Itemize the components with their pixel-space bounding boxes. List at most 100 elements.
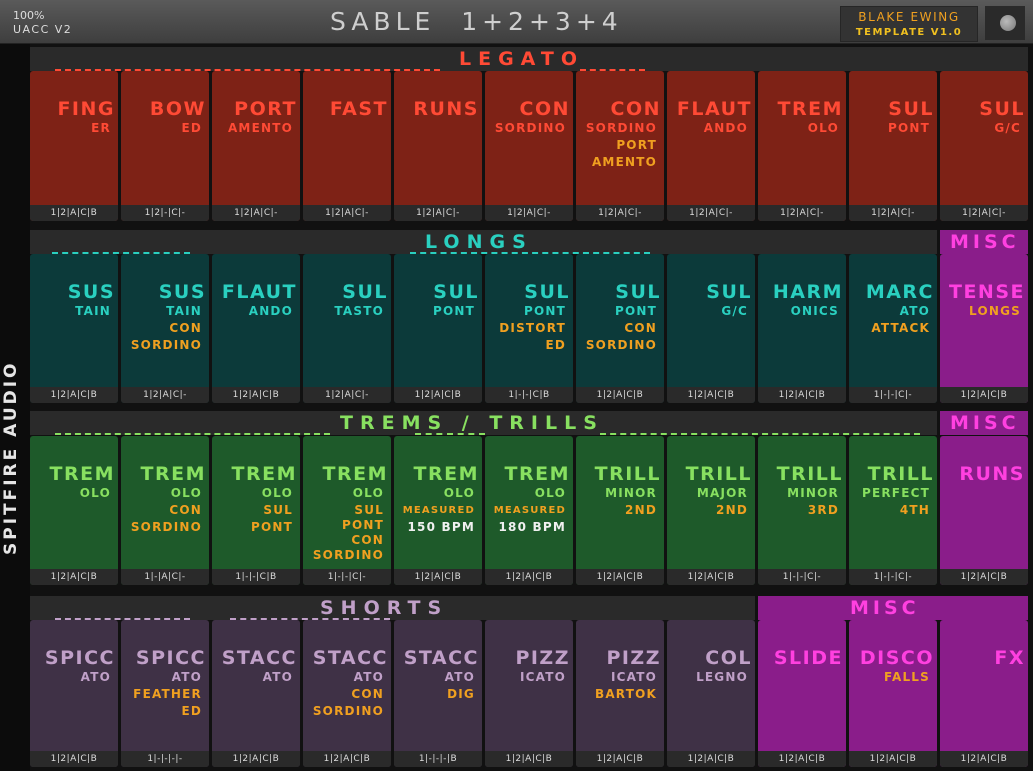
tile-mic-selector[interactable]: 1|-|-|C|- [303, 569, 391, 585]
longs-tile-3[interactable]: FLAUT ANDO 1|2|A|C|B [212, 254, 300, 403]
shorts-tile-11[interactable]: FX 1|2|A|C|B [940, 620, 1028, 767]
trems-tile-8[interactable]: TRILL MAJOR 2ND 1|2|A|C|B [667, 436, 755, 585]
trems-tile-1[interactable]: TREM OLO 1|2|A|C|B [30, 436, 118, 585]
legato-tile-4[interactable]: FAST 1|2|A|C|- [303, 71, 391, 221]
tile-variant-label: CON [351, 687, 384, 701]
longs-tile-4[interactable]: SUL TASTO 1|2|A|C|- [303, 254, 391, 403]
tile-mic-selector[interactable]: 1|2|A|C|B [849, 751, 937, 767]
shorts-tile-1[interactable]: SPICC ATO 1|2|A|C|B [30, 620, 118, 767]
trems-tile-3[interactable]: TREM OLO SUL PONT 1|-|-|C|B [212, 436, 300, 585]
zoom-level[interactable]: 100% [13, 9, 44, 22]
tile-mic-selector[interactable]: 1|2|A|C|B [667, 569, 755, 585]
trems-dash-line [600, 433, 920, 435]
longs-tile-6[interactable]: SUL PONT DISTORT ED 1|-|-|C|B [485, 254, 573, 403]
legato-tile-6[interactable]: CON SORDINO 1|2|A|C|- [485, 71, 573, 221]
trems-tile-4[interactable]: TREM OLO SUL PONT CON SORDINO 1|-|-|C|- [303, 436, 391, 585]
tile-mic-selector[interactable]: 1|-|-|C|- [849, 387, 937, 403]
longs-tile-1[interactable]: SUS TAIN 1|2|A|C|B [30, 254, 118, 403]
legato-tile-11[interactable]: SUL G/C 1|2|A|C|- [940, 71, 1028, 221]
legato-tile-1[interactable]: FING ER 1|2|A|C|B [30, 71, 118, 221]
shorts-tile-7[interactable]: PIZZ ICATO BARTOK 1|2|A|C|B [576, 620, 664, 767]
longs-tile-11[interactable]: TENSE LONGS 1|2|A|C|B [940, 254, 1028, 403]
shorts-tile-5[interactable]: STACC ATO DIG 1|-|-|-|B [394, 620, 482, 767]
legato-tile-9[interactable]: TREM OLO 1|2|A|C|- [758, 71, 846, 221]
tile-variant-label: MEASURED [402, 505, 475, 516]
tile-mic-selector[interactable]: 1|2|A|C|B [30, 751, 118, 767]
longs-tile-9[interactable]: HARM ONICS 1|2|A|C|B [758, 254, 846, 403]
tile-mic-selector[interactable]: 1|-|-|-|B [394, 751, 482, 767]
longs-tile-5[interactable]: SUL PONT 1|2|A|C|B [394, 254, 482, 403]
trems-tile-11[interactable]: RUNS 1|2|A|C|B [940, 436, 1028, 585]
tile-mic-selector[interactable]: 1|2|A|C|B [485, 569, 573, 585]
shorts-tile-8[interactable]: COL LEGNO 1|2|A|C|B [667, 620, 755, 767]
tile-mic-selector[interactable]: 1|2|A|C|B [940, 387, 1028, 403]
tile-variant-label: 150 BPM [407, 520, 475, 534]
tile-mic-selector[interactable]: 1|2|A|C|B [30, 569, 118, 585]
tile-mic-selector[interactable]: 1|2|A|C|B [485, 751, 573, 767]
tile-mic-selector[interactable]: 1|2|A|C|B [212, 387, 300, 403]
tile-title: SLIDE [773, 647, 843, 669]
legato-tile-7[interactable]: CON SORDINO PORT AMENTO 1|2|A|C|- [576, 71, 664, 221]
tile-subtitle: G/C [994, 121, 1021, 135]
tile-mic-selector[interactable]: 1|2|A|C|- [849, 205, 937, 221]
trems-tile-6[interactable]: TREM OLO MEASURED 180 BPM 1|2|A|C|B [485, 436, 573, 585]
trems-tile-5[interactable]: TREM OLO MEASURED 150 BPM 1|2|A|C|B [394, 436, 482, 585]
tile-mic-selector[interactable]: 1|-|-|C|- [849, 569, 937, 585]
legato-tile-5[interactable]: RUNS 1|2|A|C|- [394, 71, 482, 221]
tile-mic-selector[interactable]: 1|2|A|C|B [394, 387, 482, 403]
legato-tile-2[interactable]: BOW ED 1|2|-|C|- [121, 71, 209, 221]
tile-mic-selector[interactable]: 1|2|A|C|B [667, 387, 755, 403]
tile-title: TENSE [948, 281, 1025, 303]
longs-tile-10[interactable]: MARC ATO ATTACK 1|-|-|C|- [849, 254, 937, 403]
tile-mic-selector[interactable]: 1|-|-|-|- [121, 751, 209, 767]
tile-mic-selector[interactable]: 1|2|A|C|B [212, 751, 300, 767]
tile-mic-selector[interactable]: 1|-|-|C|B [485, 387, 573, 403]
trems-tile-2[interactable]: TREM OLO CON SORDINO 1|-|A|C|- [121, 436, 209, 585]
tile-subtitle: OLO [352, 486, 384, 500]
trems-tile-7[interactable]: TRILL MINOR 2ND 1|2|A|C|B [576, 436, 664, 585]
shorts-tile-2[interactable]: SPICC ATO FEATHER ED 1|-|-|-|- [121, 620, 209, 767]
tile-mic-selector[interactable]: 1|2|A|C|- [485, 205, 573, 221]
tile-mic-selector[interactable]: 1|2|A|C|- [303, 387, 391, 403]
tile-mic-selector[interactable]: 1|2|A|C|B [940, 751, 1028, 767]
longs-tile-7[interactable]: SUL PONT CON SORDINO 1|2|A|C|B [576, 254, 664, 403]
longs-tile-8[interactable]: SUL G/C 1|2|A|C|B [667, 254, 755, 403]
tile-mic-selector[interactable]: 1|2|A|C|B [394, 569, 482, 585]
tile-mic-selector[interactable]: 1|2|A|C|- [303, 205, 391, 221]
trems-tile-10[interactable]: TRILL PERFECT 4TH 1|-|-|C|- [849, 436, 937, 585]
tile-mic-selector[interactable]: 1|2|A|C|B [758, 751, 846, 767]
tile-mic-selector[interactable]: 1|-|-|C|B [212, 569, 300, 585]
tile-mic-selector[interactable]: 1|2|-|C|- [121, 205, 209, 221]
tile-mic-selector[interactable]: 1|2|A|C|B [667, 751, 755, 767]
tile-variant-label: CON [169, 321, 202, 335]
tile-mic-selector[interactable]: 1|2|A|C|B [303, 751, 391, 767]
tile-mic-selector[interactable]: 1|2|A|C|- [940, 205, 1028, 221]
longs-tile-2[interactable]: SUS TAIN CON SORDINO 1|2|A|C|- [121, 254, 209, 403]
shorts-tile-3[interactable]: STACC ATO 1|2|A|C|B [212, 620, 300, 767]
shorts-tile-6[interactable]: PIZZ ICATO 1|2|A|C|B [485, 620, 573, 767]
tile-mic-selector[interactable]: 1|2|A|C|- [121, 387, 209, 403]
legato-tile-3[interactable]: PORT AMENTO 1|2|A|C|- [212, 71, 300, 221]
legato-tile-10[interactable]: SUL PONT 1|2|A|C|- [849, 71, 937, 221]
tile-mic-selector[interactable]: 1|2|A|C|B [940, 569, 1028, 585]
settings-knob[interactable] [985, 6, 1025, 40]
tile-mic-selector[interactable]: 1|2|A|C|B [30, 387, 118, 403]
legato-tile-8[interactable]: FLAUT ANDO 1|2|A|C|- [667, 71, 755, 221]
tile-mic-selector[interactable]: 1|2|A|C|- [394, 205, 482, 221]
tile-mic-selector[interactable]: 1|2|A|C|B [576, 569, 664, 585]
tile-mic-selector[interactable]: 1|2|A|C|B [576, 751, 664, 767]
shorts-tile-4[interactable]: STACC ATO CON SORDINO 1|2|A|C|B [303, 620, 391, 767]
trems-tile-9[interactable]: TRILL MINOR 3RD 1|-|-|C|- [758, 436, 846, 585]
shorts-tile-10[interactable]: DISCO FALLS 1|2|A|C|B [849, 620, 937, 767]
tile-mic-selector[interactable]: 1|-|-|C|- [758, 569, 846, 585]
trems-dash-line [55, 433, 330, 435]
tile-mic-selector[interactable]: 1|2|A|C|- [212, 205, 300, 221]
tile-mic-selector[interactable]: 1|2|A|C|- [576, 205, 664, 221]
tile-mic-selector[interactable]: 1|2|A|C|B [758, 387, 846, 403]
shorts-tile-9[interactable]: SLIDE 1|2|A|C|B [758, 620, 846, 767]
tile-mic-selector[interactable]: 1|2|A|C|B [576, 387, 664, 403]
tile-mic-selector[interactable]: 1|2|A|C|- [667, 205, 755, 221]
tile-mic-selector[interactable]: 1|2|A|C|- [758, 205, 846, 221]
tile-mic-selector[interactable]: 1|-|A|C|- [121, 569, 209, 585]
tile-mic-selector[interactable]: 1|2|A|C|B [30, 205, 118, 221]
